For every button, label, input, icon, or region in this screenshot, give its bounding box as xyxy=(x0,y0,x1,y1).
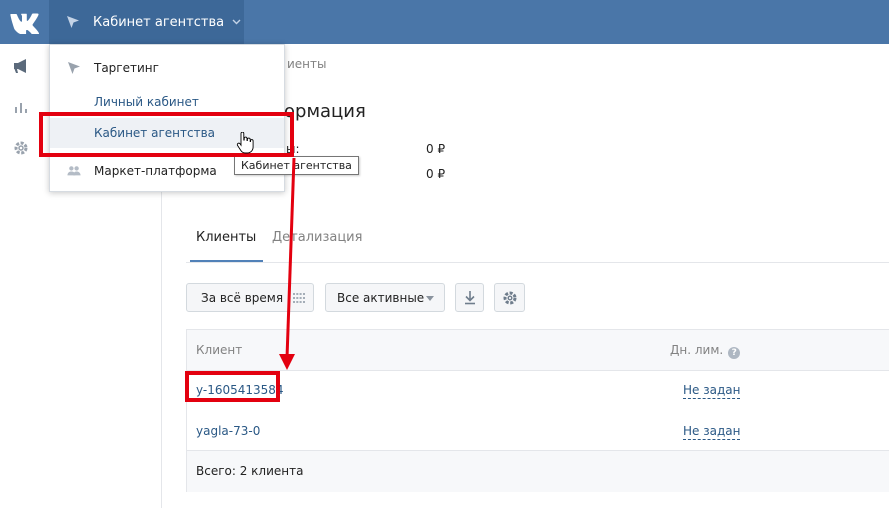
page-title: ормация xyxy=(284,101,366,122)
cabinet-switcher[interactable]: Кабинет агентства xyxy=(49,0,244,44)
download-icon xyxy=(464,291,475,305)
caret-down-icon xyxy=(426,296,434,301)
column-client[interactable]: Клиент xyxy=(196,343,242,357)
table-header: Клиент Дн. лим.? xyxy=(187,330,889,371)
gear-icon[interactable] xyxy=(12,139,30,157)
tooltip: Кабинет агентства xyxy=(234,156,359,175)
tabs: Клиенты Детализация xyxy=(186,222,889,263)
clients-table: Клиент Дн. лим.? y-1605413584 Не задан y… xyxy=(186,329,889,492)
table-footer: Всего: 2 клиента xyxy=(187,450,889,492)
megaphone-icon[interactable] xyxy=(12,57,30,75)
vk-logo-icon[interactable] xyxy=(9,10,39,34)
menu-item-label: Таргетинг xyxy=(94,61,159,75)
total-clients: Всего: 2 клиента xyxy=(196,464,304,478)
client-link[interactable]: yagla-73-0 xyxy=(196,424,260,438)
chevron-down-icon xyxy=(232,19,241,25)
question-icon[interactable]: ? xyxy=(728,347,741,359)
stats-icon[interactable] xyxy=(12,98,30,116)
column-daily-limit-label: Дн. лим. xyxy=(670,343,724,357)
menu-item-label: Маркет-платформа xyxy=(94,164,217,178)
cabinet-switcher-label: Кабинет агентства xyxy=(93,14,225,30)
target-arrow-icon xyxy=(67,16,79,28)
period-filter-button[interactable]: За всё время xyxy=(186,283,314,312)
top-bar: Кабинет агентства xyxy=(0,0,889,44)
target-arrow-icon xyxy=(68,62,80,74)
column-daily-limit[interactable]: Дн. лим.? xyxy=(670,343,741,359)
menu-item-label: Личный кабинет xyxy=(94,95,199,109)
daily-limit-link[interactable]: Не задан xyxy=(683,424,741,440)
annotation-highlight-client xyxy=(185,371,280,402)
status-filter-label: Все активные xyxy=(337,290,425,305)
tab-clients[interactable]: Клиенты xyxy=(196,230,256,245)
annotation-highlight-agency-cabinet xyxy=(39,112,294,157)
info-row1-value: 0 ₽ xyxy=(426,142,446,156)
download-button[interactable] xyxy=(455,283,484,312)
hand-cursor-icon xyxy=(236,132,254,154)
users-icon xyxy=(67,166,81,176)
status-filter-select[interactable]: Все активные xyxy=(325,283,445,312)
period-filter-label: За всё время xyxy=(201,290,284,305)
calendar-grid-icon xyxy=(293,293,305,303)
breadcrumb: иенты xyxy=(287,57,327,71)
settings-button[interactable] xyxy=(494,283,525,312)
tab-details[interactable]: Детализация xyxy=(272,230,362,245)
daily-limit-link[interactable]: Не задан xyxy=(683,383,741,399)
gear-icon xyxy=(503,291,516,304)
info-row2-value: 0 ₽ xyxy=(426,167,446,181)
menu-item-targeting[interactable]: Таргетинг xyxy=(50,53,284,83)
tab-active-underline xyxy=(190,260,263,262)
